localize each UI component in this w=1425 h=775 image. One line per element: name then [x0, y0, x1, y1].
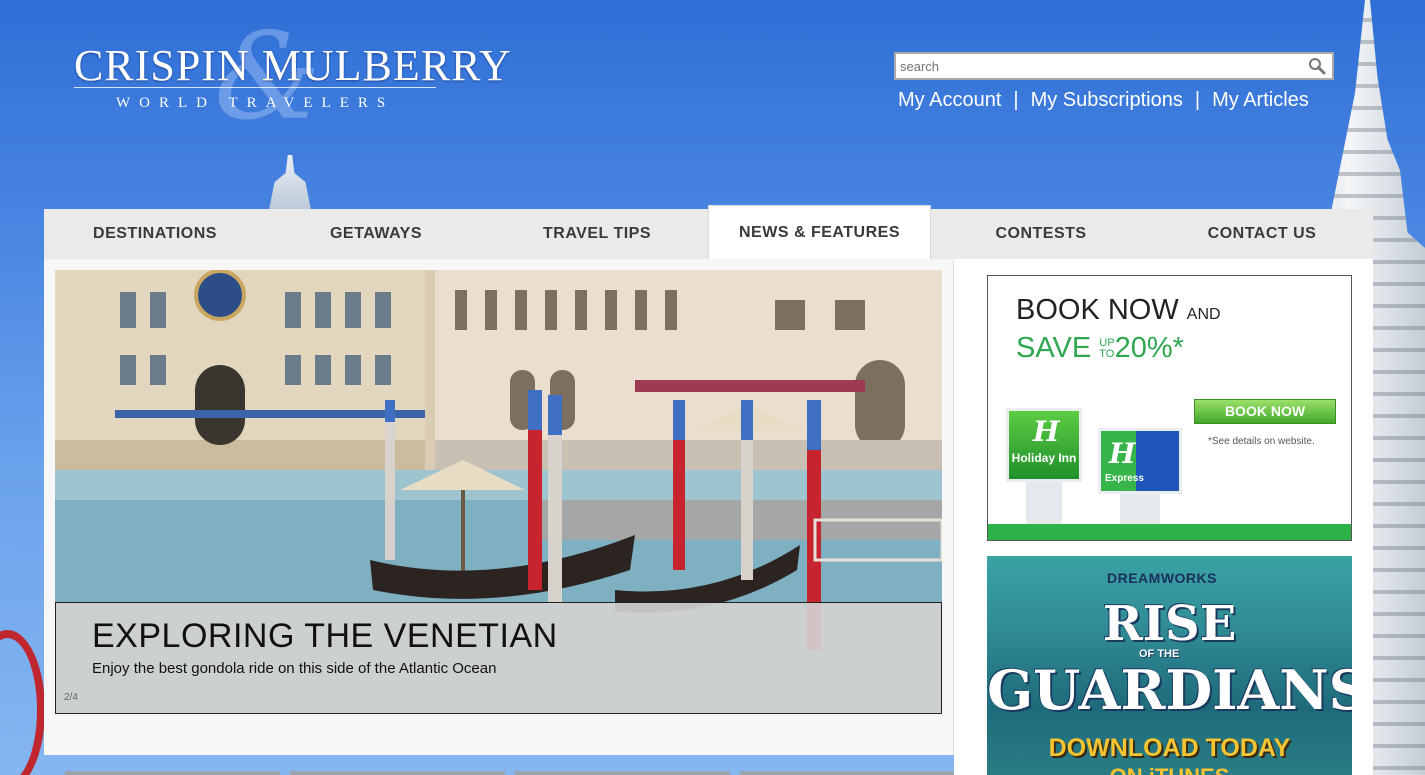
logo-rule [74, 87, 436, 88]
holiday-inn-sign: H Holiday Inn [1006, 408, 1082, 482]
ad-save-line: SAVE UP TO20%* [1016, 332, 1184, 365]
movie-title-guardians: GUARDIANS [987, 658, 1352, 722]
rise-of-the-guardians-ad[interactable]: DREAMWORKS RISE OF THE GUARDIANS DOWNLOA… [987, 556, 1352, 775]
thumbnail-row [65, 771, 955, 775]
link-separator: | [1013, 89, 1019, 111]
sign-pole [1120, 494, 1160, 526]
ad-percent-text: 20%* [1114, 332, 1184, 364]
nav-news-features[interactable]: NEWS & FEATURES [708, 205, 931, 259]
download-today-text: DOWNLOAD TODAY [1048, 734, 1291, 762]
link-separator: | [1194, 89, 1201, 111]
nav-contact-us[interactable]: CONTACT US [1151, 209, 1373, 259]
ad-and-text: AND [1186, 306, 1221, 323]
holiday-inn-h-icon: H [1033, 415, 1060, 448]
holiday-inn-express-sign: H Express [1098, 428, 1182, 494]
slide-counter: 2/4 [64, 692, 78, 703]
ad-ground [988, 524, 1351, 540]
search-box [894, 52, 1334, 80]
logo-tagline: WORLD TRAVELERS [116, 95, 395, 111]
hero-subtitle: Enjoy the best gondola ride on this side… [92, 660, 497, 677]
ad-headline: BOOK NOW AND [1016, 294, 1221, 327]
my-articles-link[interactable]: My Articles [1212, 89, 1309, 111]
hero-caption: EXPLORING THE VENETIAN Enjoy the best go… [55, 602, 942, 714]
hero-slideshow[interactable]: EXPLORING THE VENETIAN Enjoy the best go… [55, 270, 942, 714]
nav-getaways[interactable]: GETAWAYS [266, 209, 486, 259]
thumbnail[interactable] [65, 771, 280, 775]
search-input[interactable] [896, 54, 1301, 78]
ad-disclaimer: *See details on website. [1208, 436, 1315, 447]
ad-book-now-text: BOOK NOW [1016, 294, 1179, 326]
on-itunes-text: ON iTUNES [987, 764, 1352, 775]
sign-pole [1026, 482, 1062, 526]
nav-contests[interactable]: CONTESTS [931, 209, 1151, 259]
my-account-link[interactable]: My Account [898, 89, 1001, 111]
site-logo[interactable]: & CRISPIN MULBERRY WORLD TRAVELERS [74, 8, 511, 147]
my-subscriptions-link[interactable]: My Subscriptions [1031, 89, 1183, 111]
movie-title-rise: RISE [1102, 596, 1237, 652]
ad-up-to-text: UP TO [1099, 337, 1115, 361]
background-tower-left [268, 155, 312, 215]
thumbnail[interactable] [515, 771, 730, 775]
thumbnail[interactable] [740, 771, 955, 775]
nav-travel-tips[interactable]: TRAVEL TIPS [486, 209, 708, 259]
account-links: My Account | My Subscriptions | My Articles [898, 89, 1309, 112]
dreamworks-logo: DREAMWORKS [1107, 570, 1217, 586]
search-icon[interactable] [1308, 57, 1326, 75]
hero-title[interactable]: EXPLORING THE VENETIAN [92, 617, 558, 656]
holiday-inn-express-h-icon: H [1109, 437, 1136, 470]
main-nav: DESTINATIONS GETAWAYS TRAVEL TIPS NEWS &… [44, 205, 1373, 259]
nav-destinations[interactable]: DESTINATIONS [44, 209, 266, 259]
ad-save-text: SAVE [1016, 332, 1092, 364]
thumbnail[interactable] [290, 771, 505, 775]
book-now-button[interactable]: BOOK NOW [1194, 399, 1336, 424]
logo-name: CRISPIN MULBERRY [74, 41, 512, 90]
background-rollercoaster [0, 630, 45, 775]
main-content: EXPLORING THE VENETIAN Enjoy the best go… [44, 259, 954, 755]
holiday-inn-ad[interactable]: BOOK NOW AND SAVE UP TO20%* BOOK NOW *See… [987, 275, 1352, 541]
